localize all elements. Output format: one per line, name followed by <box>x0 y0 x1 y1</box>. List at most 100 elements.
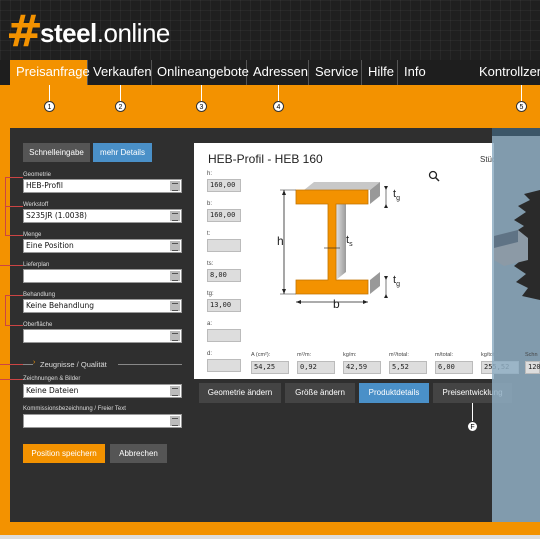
diagram-label-tg-top: tg <box>393 188 400 202</box>
list-icon[interactable] <box>170 241 180 251</box>
save-position-button[interactable]: Position speichern <box>23 444 105 463</box>
werkstoff-label: Werkstoff <box>23 202 49 208</box>
stat-area-label: A (cm²): <box>251 352 271 358</box>
tab-produktdetails[interactable]: Produktdetails <box>359 383 429 403</box>
diagram-label-tg-top-sub: g <box>396 195 400 203</box>
dim-h-label: h: <box>207 171 213 177</box>
nav-service[interactable]: Service <box>311 60 362 85</box>
callout-badge-4: 4 <box>273 101 284 112</box>
selection-bracket <box>5 295 23 296</box>
dim-d-value[interactable] <box>207 359 241 372</box>
nav-info[interactable]: Info <box>400 60 434 85</box>
kommission-label: Kommissionsbezeichnung / Freier Text <box>23 406 126 412</box>
tab-groesse-aendern[interactable]: Größe ändern <box>285 383 355 403</box>
stat-m2total-value: 5,52 <box>389 361 427 374</box>
lieferplan-label: Lieferplan <box>23 262 50 268</box>
diagram-label-tg-bottom: tg <box>393 274 400 288</box>
zeichnungen-field[interactable]: Keine Dateien <box>23 384 182 398</box>
callout-badge-1: 1 <box>44 101 55 112</box>
divider <box>23 364 33 365</box>
oberflaeche-label: Oberfläche <box>23 322 53 328</box>
cancel-button[interactable]: Abbrechen <box>110 444 167 463</box>
behandlung-field[interactable]: Keine Behandlung <box>23 299 182 313</box>
nav-onlineangebote[interactable]: Onlineangebote <box>153 60 249 85</box>
selection-bracket <box>0 265 23 266</box>
logo[interactable]: steel.online <box>40 18 170 48</box>
zeugnisse-toggle[interactable]: Zeugnisse / Qualität <box>40 360 107 369</box>
selection-bracket <box>5 206 23 207</box>
badge-connector <box>201 85 202 101</box>
menge-value: Eine Position <box>26 241 74 250</box>
dim-a-value[interactable] <box>207 329 241 342</box>
kommission-field[interactable] <box>23 414 182 428</box>
saw-blade-image <box>494 190 540 300</box>
badge-connector <box>472 403 473 421</box>
dim-t-value[interactable] <box>207 239 241 252</box>
dim-d-label: d: <box>207 351 213 357</box>
geometrie-field[interactable]: HEB-Profil <box>23 179 182 193</box>
list-icon[interactable] <box>170 416 180 426</box>
logo-hash-icon: # <box>6 6 43 57</box>
stat-area-value: 54,25 <box>251 361 289 374</box>
diagram-label-ts: ts <box>346 234 353 248</box>
product-title: HEB-Profil - HEB 160 <box>208 152 323 166</box>
werkstoff-field[interactable]: S235JR (1.0038) <box>23 209 182 223</box>
badge-connector <box>521 85 522 101</box>
dim-tg-label: tg: <box>207 291 214 297</box>
callout-badge-2: 2 <box>115 101 126 112</box>
callout-badge-5: 5 <box>516 101 527 112</box>
dim-h-value[interactable]: 160,00 <box>207 179 241 192</box>
logo-word-steel: steel <box>40 18 97 48</box>
behandlung-value: Keine Behandlung <box>26 301 94 310</box>
list-icon[interactable] <box>170 211 180 221</box>
callout-badge-f: F <box>467 421 478 432</box>
list-icon[interactable] <box>170 271 180 281</box>
nav-adressen[interactable]: Adressen <box>249 60 309 85</box>
divider <box>118 364 182 365</box>
selection-bracket <box>5 235 23 236</box>
dim-ts-value[interactable]: 8,00 <box>207 269 241 282</box>
dim-a-label: a: <box>207 321 213 327</box>
zoom-icon[interactable] <box>428 170 440 182</box>
badge-connector <box>278 85 279 101</box>
stat-mtotal-label: m/total: <box>435 352 454 358</box>
tab-geometrie-aendern[interactable]: Geometrie ändern <box>199 383 281 403</box>
overlay-panel <box>492 128 540 522</box>
more-details-button[interactable]: mehr Details <box>93 143 152 162</box>
nav-hilfe[interactable]: Hilfe <box>364 60 398 85</box>
list-icon[interactable] <box>170 301 180 311</box>
behandlung-label: Behandlung <box>23 292 56 298</box>
nav-verkaufen[interactable]: Verkaufen <box>89 60 152 85</box>
diagram-label-h: h <box>277 234 284 248</box>
stat-schn-label: Schn <box>525 352 538 358</box>
dim-b-label: b: <box>207 201 213 207</box>
overlay-header <box>492 128 540 136</box>
list-icon[interactable] <box>170 331 180 341</box>
oberflaeche-field[interactable] <box>23 329 182 343</box>
menge-field[interactable]: Eine Position <box>23 239 182 253</box>
nav-preisanfrage[interactable]: Preisanfrage <box>10 60 90 85</box>
selection-bracket <box>0 379 23 380</box>
orange-band <box>0 85 540 128</box>
stat-m2m-value: 0,92 <box>297 361 335 374</box>
badge-connector <box>120 85 121 101</box>
quick-entry-button[interactable]: Schnelleingabe <box>23 143 90 162</box>
callout-badge-3: 3 <box>196 101 207 112</box>
dim-tg-value[interactable]: 13,00 <box>207 299 241 312</box>
bottom-line <box>0 535 540 539</box>
geometrie-value: HEB-Profil <box>26 181 63 190</box>
list-icon[interactable] <box>170 181 180 191</box>
list-icon[interactable] <box>170 386 180 396</box>
stat-kgm-value: 42,59 <box>343 361 381 374</box>
dim-b-value[interactable]: 160,00 <box>207 209 241 222</box>
stat-m2total-label: m²/total: <box>389 352 409 358</box>
werkstoff-value: S235JR (1.0038) <box>26 211 87 220</box>
menge-label: Menge <box>23 232 42 238</box>
selection-bracket <box>5 177 23 178</box>
diagram-label-tg-bottom-sub: g <box>396 281 400 289</box>
nav-kontrollzentrum[interactable]: Kontrollzent <box>476 60 540 85</box>
lieferplan-field[interactable] <box>23 269 182 283</box>
dim-ts-label: ts: <box>207 261 214 267</box>
stat-m2m-label: m²/m: <box>297 352 312 358</box>
stat-schn-value: 120 <box>525 361 540 374</box>
